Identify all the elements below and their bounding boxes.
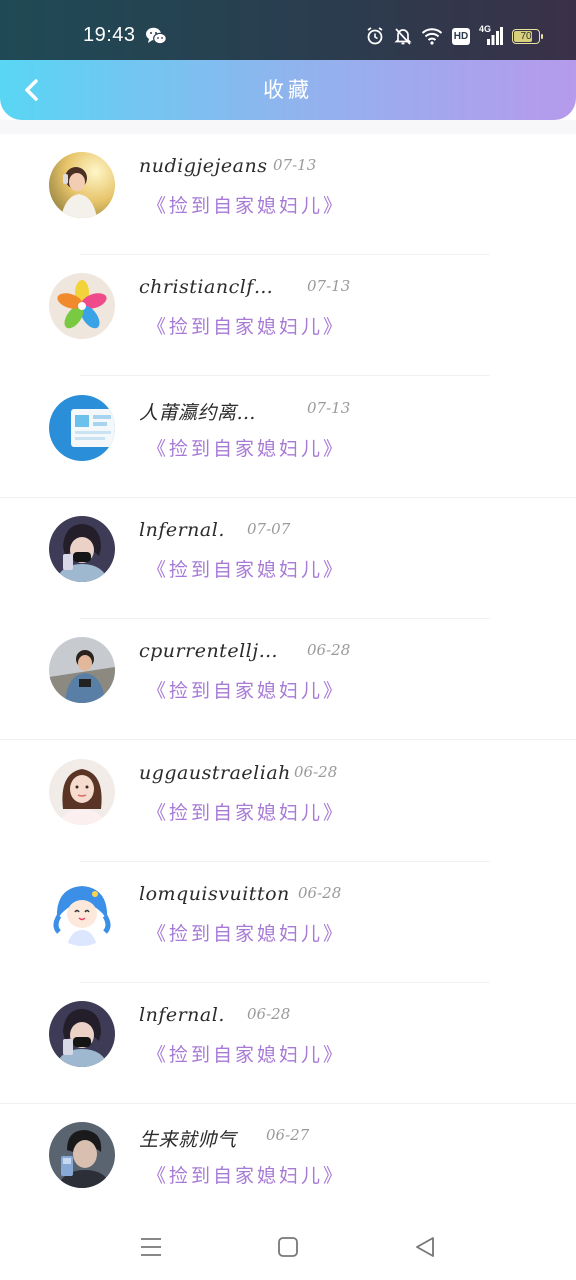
book-title[interactable]: 《捡到自家媳妇儿》 <box>147 798 345 825</box>
favorite-list-item[interactable]: 人莆瀛约离… 07-13 《捡到自家媳妇儿》 <box>0 377 576 498</box>
menu-icon <box>141 1238 161 1256</box>
favorite-list-item[interactable]: nudigjejeans 07-13 《捡到自家媳妇儿》 <box>0 134 576 255</box>
book-title[interactable]: 《捡到自家媳妇儿》 <box>147 1161 345 1188</box>
username: 生来就帅气 <box>139 1129 237 1152</box>
favorite-date: 07-13 <box>273 156 317 174</box>
avatar[interactable] <box>49 758 115 825</box>
favorite-list-item[interactable]: lnfernal. 06-28 《捡到自家媳妇儿》 <box>0 983 576 1105</box>
avatar[interactable] <box>49 394 115 461</box>
avatar[interactable] <box>49 1001 115 1068</box>
favorite-list-item[interactable]: cpurrentellj… 06-28 《捡到自家媳妇儿》 <box>0 619 576 741</box>
favorite-date: 06-28 <box>294 762 338 781</box>
favorite-date: 06-28 <box>247 1005 291 1024</box>
status-bar: 19:43 HD 4G 70 <box>0 0 576 60</box>
app-header: 收藏 <box>0 60 576 120</box>
username: nudigjejeans <box>139 155 268 177</box>
username: lnfernal. <box>139 518 225 541</box>
username: cpurrentellj… <box>139 640 279 663</box>
menu-button[interactable] <box>136 1232 166 1262</box>
status-icons: HD 4G 70 <box>365 24 543 48</box>
home-button[interactable] <box>273 1232 303 1262</box>
signal-4g-icon: 4G <box>479 24 503 46</box>
alarm-icon <box>365 26 385 46</box>
username: christianclf… <box>139 276 274 299</box>
favorites-list: nudigjejeans 07-13 《捡到自家媳妇儿》 christianclf… 0… <box>0 134 576 1210</box>
avatar[interactable] <box>49 879 115 946</box>
avatar[interactable] <box>49 515 115 582</box>
book-title[interactable]: 《捡到自家媳妇儿》 <box>147 434 345 461</box>
username: 人莆瀛约离… <box>139 401 257 424</box>
book-title[interactable]: 《捡到自家媳妇儿》 <box>147 555 345 582</box>
book-title[interactable]: 《捡到自家媳妇儿》 <box>147 676 345 703</box>
battery-icon: 70 <box>512 28 543 44</box>
favorite-list-item[interactable]: lomquisvuitton 06-28 《捡到自家媳妇儿》 <box>0 862 576 983</box>
wechat-icon <box>145 26 167 46</box>
back-triangle-icon <box>416 1237 434 1257</box>
favorite-list-item[interactable]: christianclf… 07-13 《捡到自家媳妇儿》 <box>0 255 576 377</box>
username: lnfernal. <box>139 1004 225 1027</box>
favorite-list-item[interactable]: uggaustraeliah 06-28 《捡到自家媳妇儿》 <box>0 741 576 862</box>
wifi-icon <box>421 27 443 45</box>
mute-icon <box>394 26 412 46</box>
home-square-icon <box>278 1237 298 1257</box>
favorite-date: 06-27 <box>266 1126 310 1145</box>
book-title[interactable]: 《捡到自家媳妇儿》 <box>147 919 345 946</box>
book-title[interactable]: 《捡到自家媳妇儿》 <box>147 312 345 339</box>
favorite-list-item[interactable]: lnfernal. 07-07 《捡到自家媳妇儿》 <box>0 498 576 619</box>
favorite-date: 06-28 <box>298 883 342 902</box>
username: lomquisvuitton <box>139 882 290 905</box>
book-title[interactable]: 《捡到自家媳妇儿》 <box>147 1040 345 1067</box>
favorite-date: 07-13 <box>307 398 351 417</box>
book-title[interactable]: 《捡到自家媳妇儿》 <box>147 191 345 218</box>
favorite-date: 06-28 <box>307 641 351 660</box>
avatar[interactable] <box>49 637 115 704</box>
battery-level: 70 <box>520 30 532 42</box>
avatar[interactable] <box>49 273 115 340</box>
back-nav-button[interactable] <box>410 1232 440 1262</box>
list-top-shade <box>0 120 576 134</box>
favorite-date: 07-07 <box>247 519 291 538</box>
avatar[interactable] <box>49 152 115 218</box>
system-nav-bar <box>0 1210 576 1280</box>
status-time: 19:43 <box>83 24 136 46</box>
hd-icon: HD <box>452 27 470 45</box>
favorite-date: 07-13 <box>307 277 351 296</box>
avatar[interactable] <box>49 1122 115 1189</box>
page-title: 收藏 <box>263 78 313 102</box>
username: uggaustraeliah <box>139 761 291 784</box>
favorite-list-item[interactable]: 生来就帅气 06-27 《捡到自家媳妇儿》 <box>0 1104 576 1210</box>
